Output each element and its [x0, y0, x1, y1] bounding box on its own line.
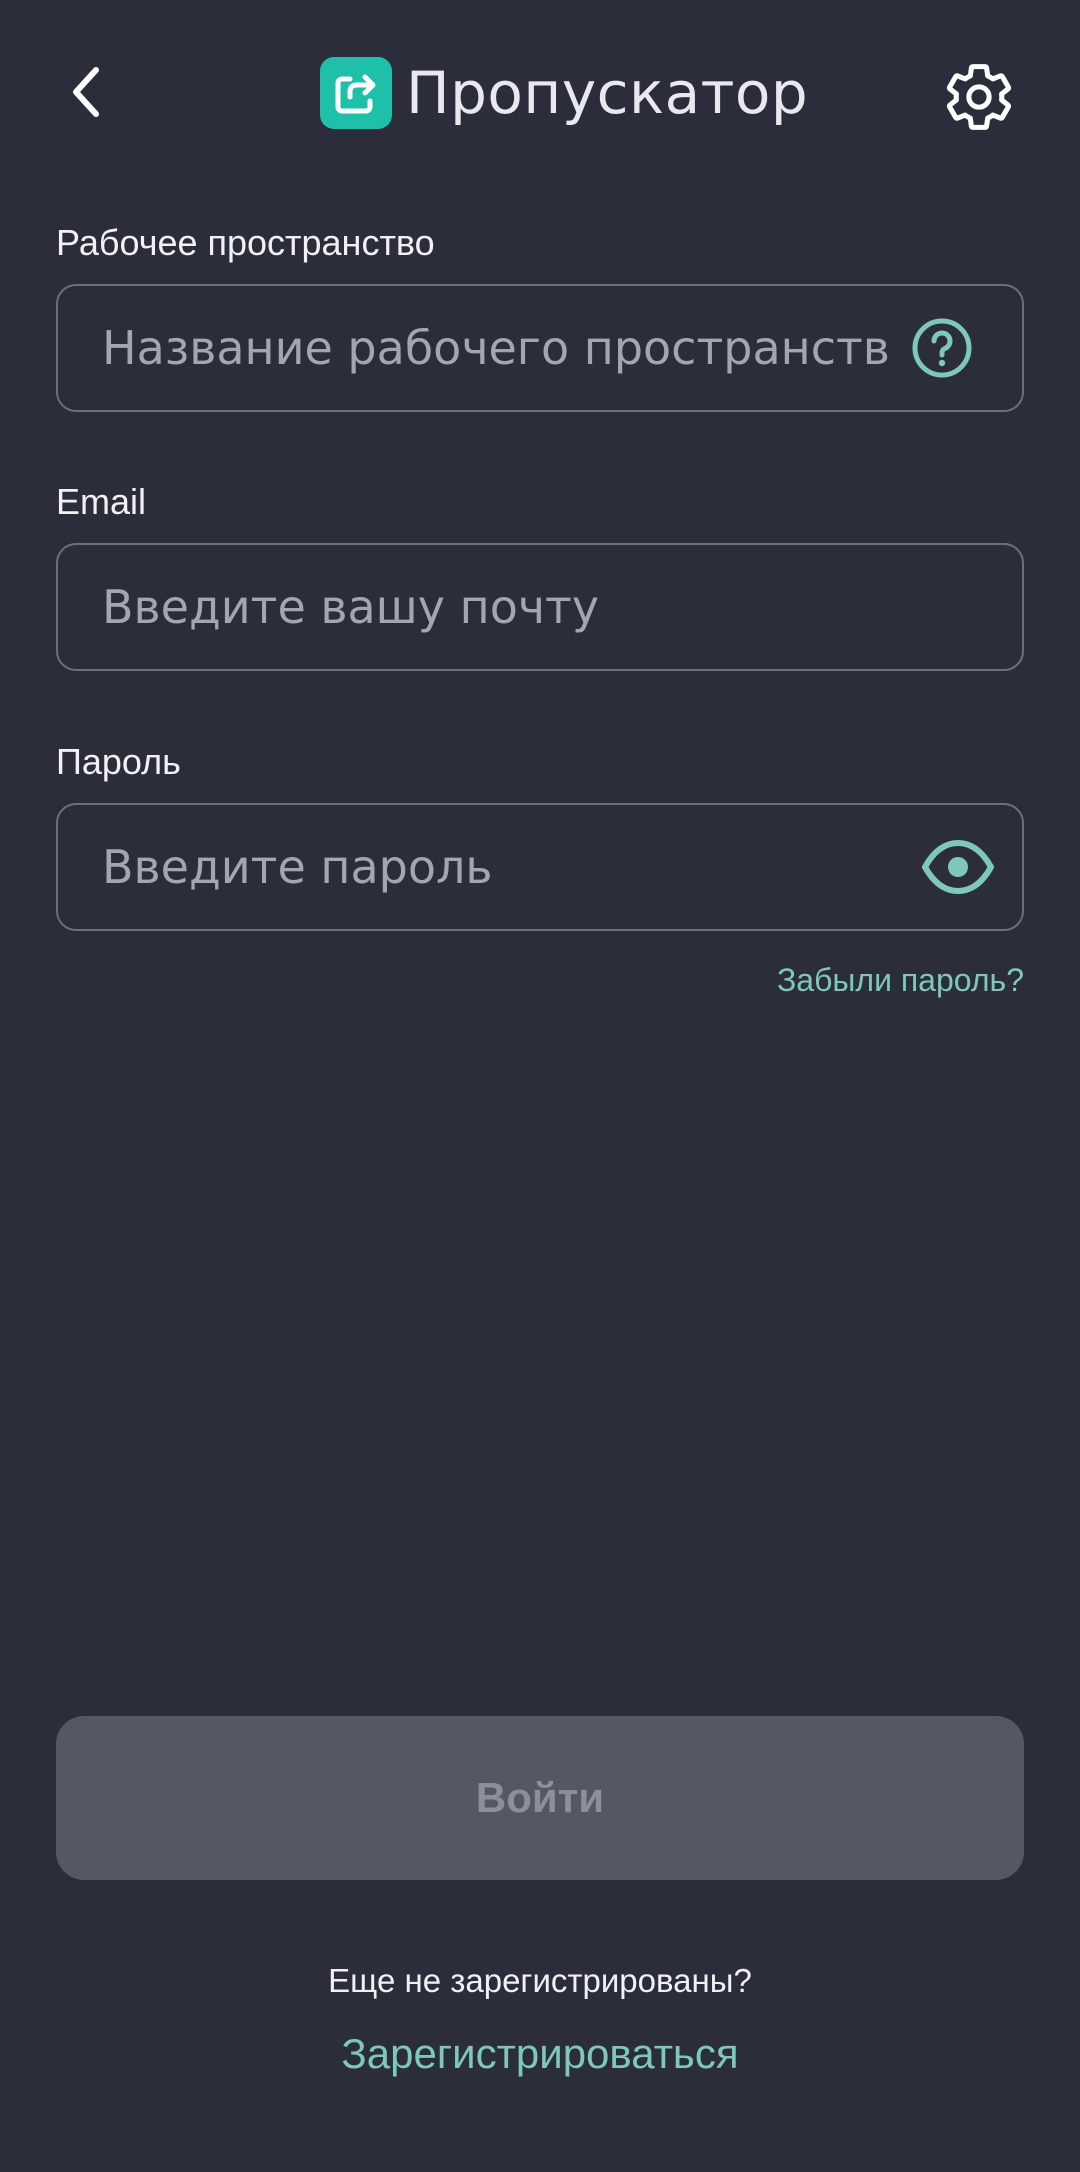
settings-button[interactable] — [938, 56, 1020, 138]
workspace-field[interactable] — [56, 284, 1024, 412]
exit-arrow-logo-icon — [320, 57, 392, 129]
register-link[interactable]: Зарегистрироваться — [0, 2030, 1080, 2078]
workspace-label: Рабочее пространство — [56, 222, 435, 263]
eye-icon — [922, 840, 994, 894]
gear-icon — [946, 64, 1012, 130]
forgot-password-link[interactable]: Забыли пароль? — [777, 962, 1024, 999]
password-input[interactable] — [102, 805, 922, 929]
password-label: Пароль — [56, 741, 181, 782]
app-title: Пропускатор — [406, 59, 809, 127]
app-header: Пропускатор — [0, 0, 1080, 190]
app-brand: Пропускатор — [320, 56, 808, 130]
chevron-left-icon — [73, 67, 99, 117]
toggle-password-visibility-button[interactable] — [918, 835, 998, 899]
register-prompt: Еще не зарегистрированы? — [328, 1962, 752, 1999]
password-field[interactable] — [56, 803, 1024, 931]
login-button[interactable]: Войти — [56, 1716, 1024, 1880]
help-circle-icon — [912, 318, 972, 378]
workspace-input[interactable] — [102, 286, 922, 410]
email-field[interactable] — [56, 543, 1024, 671]
back-button[interactable] — [50, 56, 122, 128]
workspace-help-button[interactable] — [910, 316, 974, 380]
email-label: Email — [56, 481, 147, 522]
email-input[interactable] — [102, 545, 922, 669]
